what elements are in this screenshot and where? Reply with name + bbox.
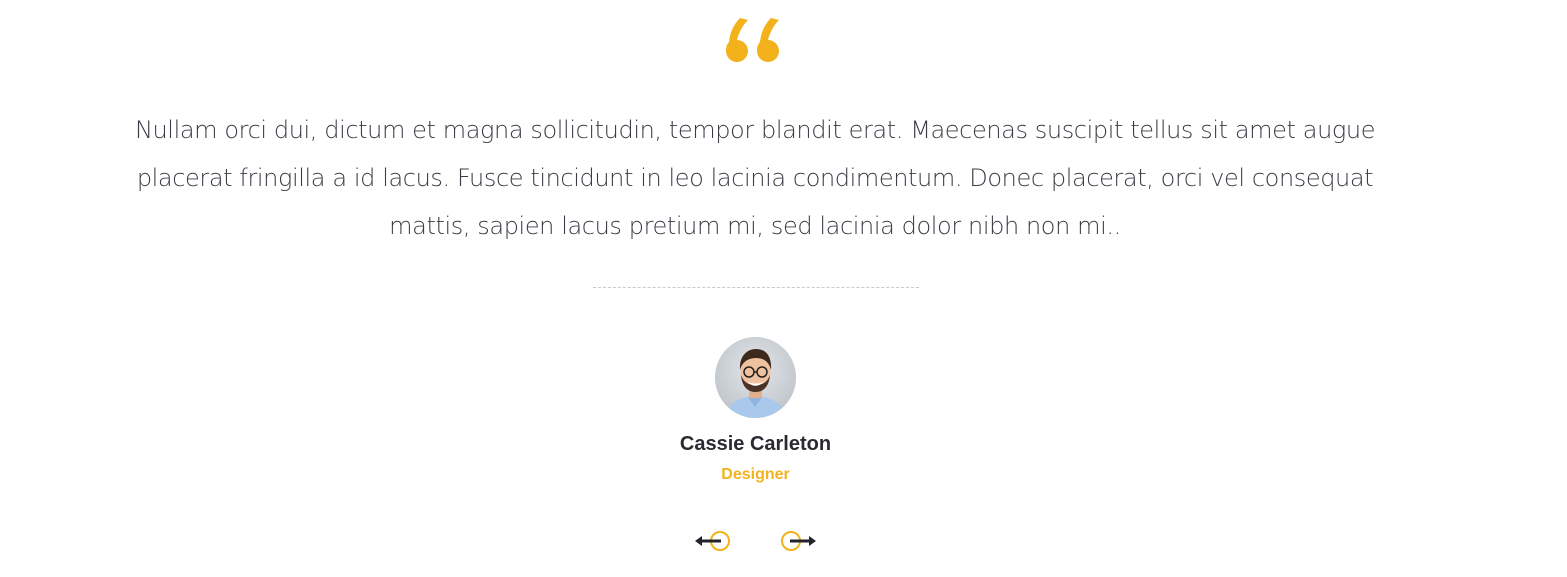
- testimonial-quote: Nullam orci dui, dictum et magna sollici…: [134, 116, 1376, 240]
- arrow-right-icon: [781, 531, 816, 551]
- arrow-left-icon: [695, 531, 730, 551]
- testimonial-section: Nullam orci dui, dictum et magna sollici…: [0, 0, 1567, 577]
- author-name: Cassie Carleton: [679, 433, 832, 455]
- divider: [593, 287, 919, 288]
- author-role: Designer: [721, 466, 790, 483]
- avatar: [715, 337, 796, 418]
- quote-open-icon: [726, 16, 786, 62]
- prev-slide-button[interactable]: [693, 528, 733, 554]
- next-slide-button[interactable]: [778, 528, 818, 554]
